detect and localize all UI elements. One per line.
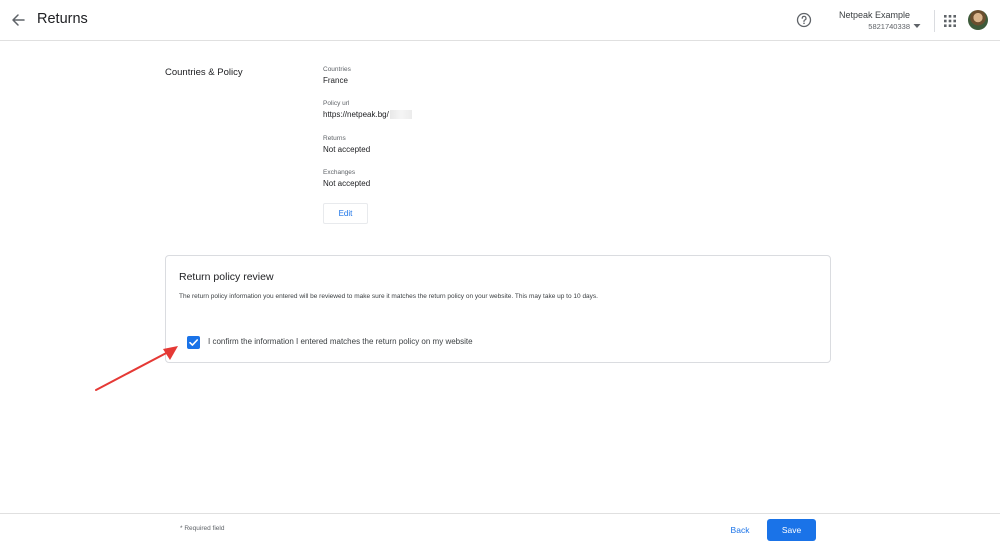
page-title: Returns xyxy=(37,11,88,27)
field-value: Not accepted xyxy=(323,179,371,188)
field-returns: Returns Not accepted xyxy=(323,134,370,155)
footer-bar: * Required field Back Save xyxy=(0,513,1000,545)
chevron-down-icon[interactable] xyxy=(913,16,921,28)
review-title: Return policy review xyxy=(179,271,274,283)
field-label: Exchanges xyxy=(323,169,356,176)
field-exchanges: Exchanges Not accepted xyxy=(323,168,370,189)
field-label: Policy url xyxy=(323,100,350,107)
review-description: The return policy information you entere… xyxy=(179,293,598,300)
save-button[interactable]: Save xyxy=(767,519,816,541)
back-button[interactable]: Back xyxy=(726,520,754,540)
apps-grid-icon[interactable] xyxy=(944,14,956,27)
account-name: Netpeak Example xyxy=(838,10,910,20)
field-value: https://netpeak.bg/ xyxy=(323,109,412,120)
policy-url-text: https://netpeak.bg/ xyxy=(323,110,389,119)
field-label: Countries xyxy=(323,66,351,73)
field-countries: Countries France xyxy=(323,65,351,86)
confirm-label[interactable]: I confirm the information I entered matc… xyxy=(208,337,473,346)
edit-button[interactable]: Edit xyxy=(323,203,368,224)
field-value: Not accepted xyxy=(323,145,371,154)
arrow-back-icon[interactable] xyxy=(9,11,27,29)
redacted-mask xyxy=(389,110,412,120)
header-divider xyxy=(934,10,935,32)
field-value: France xyxy=(323,76,348,85)
account-id: 5821740338 xyxy=(868,22,910,31)
field-policy-url: Policy url https://netpeak.bg/ xyxy=(323,99,412,120)
annotation-arrow-icon xyxy=(95,346,178,391)
avatar[interactable] xyxy=(968,10,988,30)
required-field-note: * Required field xyxy=(180,525,225,532)
section-label-countries-policy: Countries & Policy xyxy=(165,67,243,78)
help-circle-icon[interactable] xyxy=(796,12,812,28)
account-switcher[interactable]: Netpeak Example 5821740338 xyxy=(820,10,910,32)
top-bar: Returns Netpeak Example 5821740338 xyxy=(0,0,1000,41)
field-label: Returns xyxy=(323,135,346,142)
return-policy-review-card: Return policy review The return policy i… xyxy=(165,255,831,363)
